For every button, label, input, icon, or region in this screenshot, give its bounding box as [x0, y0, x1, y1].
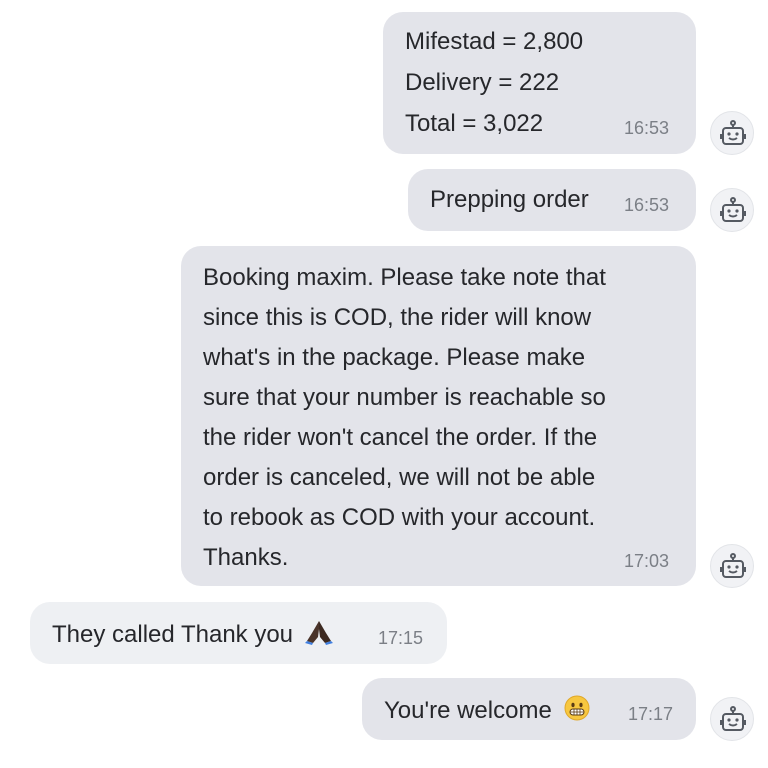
robot-icon[interactable]	[710, 188, 754, 232]
message-text: You're welcome	[384, 695, 590, 728]
message-text: They called Thank you	[52, 619, 334, 652]
message-bubble-incoming[interactable]: They called Thank you 17:15	[30, 602, 447, 664]
message-line: the rider won't cancel the order. If the	[203, 424, 598, 451]
message-line: what's in the package. Please make	[203, 344, 586, 371]
message-bubble-outgoing[interactable]: Booking maxim. Please take note that sin…	[181, 246, 696, 586]
message-line: order is canceled, we will not be able	[203, 464, 596, 491]
robot-icon[interactable]	[710, 544, 754, 588]
message-text-content: You're welcome	[384, 696, 552, 724]
message-line: Booking maxim. Please take note that	[203, 264, 606, 291]
message-timestamp: 17:17	[628, 704, 674, 724]
grinning-face-emoji-icon	[564, 695, 590, 728]
message-line: Total = 3,022	[405, 110, 544, 137]
message-timestamp: 16:53	[624, 118, 670, 138]
message-line: Mifestad = 2,800	[405, 28, 584, 55]
message-text: Prepping order	[430, 186, 589, 213]
message-line: sure that your number is reachable so	[203, 384, 606, 411]
message-line: since this is COD, the rider will know	[203, 304, 592, 331]
message-line: Thanks.	[203, 544, 289, 571]
robot-icon[interactable]	[710, 111, 754, 155]
message-timestamp: 16:53	[624, 195, 670, 215]
folded-hands-emoji-icon	[304, 619, 334, 652]
message-bubble-outgoing[interactable]: You're welcome 17:17	[362, 678, 696, 740]
message-bubble-outgoing[interactable]: Mifestad = 2,800 Delivery = 222 Total = …	[383, 12, 696, 154]
message-text-content: They called Thank you	[52, 620, 294, 648]
message-timestamp: 17:03	[624, 551, 670, 571]
message-timestamp: 17:15	[378, 628, 424, 648]
message-bubble-outgoing[interactable]: Prepping order 16:53	[408, 169, 696, 231]
robot-icon[interactable]	[710, 697, 754, 741]
message-line: to rebook as COD with your account.	[203, 504, 596, 531]
message-line: Delivery = 222	[405, 69, 560, 96]
